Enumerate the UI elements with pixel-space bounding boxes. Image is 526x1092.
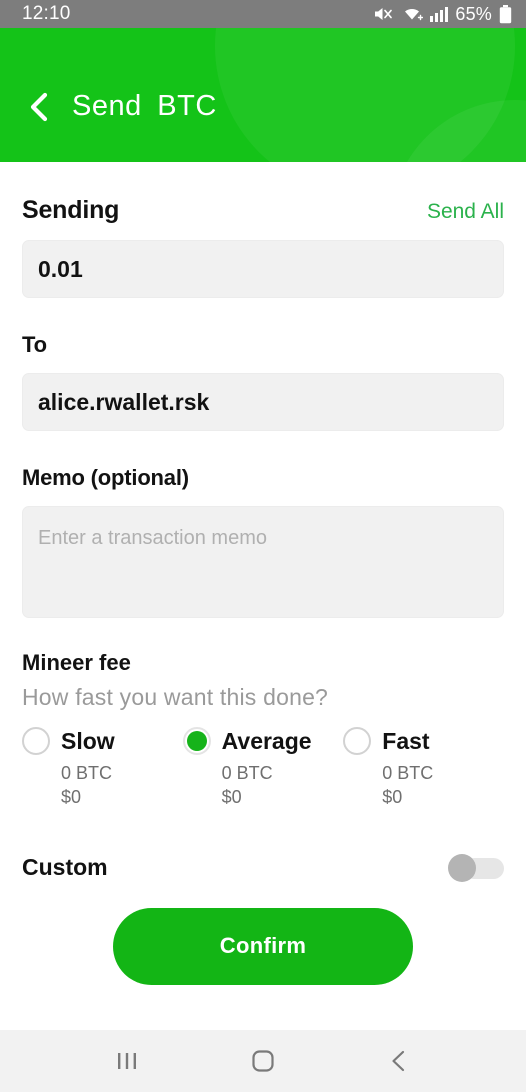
memo-label: Memo (optional) — [22, 465, 189, 490]
header-row: Send BTC — [26, 90, 217, 123]
fee-option-average-btc: 0 BTC — [221, 763, 273, 783]
fee-option-slow-fiat: $0 — [61, 787, 82, 808]
radio-fast-icon[interactable] — [343, 727, 372, 755]
status-time: 12:10 — [22, 3, 71, 24]
spacer-memo-fee — [22, 618, 504, 644]
phone-screen: 12:10 65% Send BTC Sending Send All 0.01… — [0, 0, 526, 1092]
home-icon[interactable] — [249, 1047, 277, 1075]
fee-option-average-fiat: $0 — [221, 787, 242, 808]
to-address-input[interactable]: alice.rwallet.rsk — [22, 373, 504, 431]
sending-header-row: Sending Send All — [22, 196, 504, 225]
miner-fee-title: Mineer fee — [22, 650, 131, 675]
fee-option-average-details: 0 BTC $0 — [222, 761, 344, 810]
confirm-button-wrap: Confirm — [22, 907, 504, 985]
fee-option-slow[interactable]: Slow 0 BTC $0 — [22, 727, 183, 810]
status-icon-group: 65% — [373, 4, 512, 25]
fee-option-group: Slow 0 BTC $0 Average 0 BTC $0 Fast 0 BT… — [22, 727, 504, 810]
signal-icon — [430, 6, 449, 22]
to-label: To — [22, 332, 47, 357]
fee-option-fast-fiat: $0 — [382, 787, 403, 808]
fee-option-slow-btc: 0 BTC — [61, 763, 113, 783]
fee-option-fast-head: Fast — [343, 727, 504, 755]
back-chevron-icon[interactable] — [26, 92, 52, 122]
mute-icon — [373, 5, 394, 23]
spacer-sending-to — [22, 298, 504, 332]
fee-option-slow-label: Slow — [61, 727, 115, 754]
miner-fee-subtitle: How fast you want this done? — [22, 684, 329, 710]
battery-icon — [499, 4, 512, 24]
fee-option-fast-label: Fast — [382, 727, 430, 754]
custom-fee-label: Custom — [22, 854, 108, 881]
memo-input[interactable]: Enter a transaction memo — [22, 506, 504, 618]
fee-option-fast[interactable]: Fast 0 BTC $0 — [343, 727, 504, 810]
page-title: Send BTC — [72, 90, 217, 122]
confirm-button[interactable]: Confirm — [113, 907, 413, 985]
spacer-to-memo — [22, 431, 504, 465]
custom-fee-row: Custom — [22, 853, 504, 882]
fee-option-average[interactable]: Average 0 BTC $0 — [182, 727, 344, 810]
sending-label: Sending — [22, 196, 120, 224]
fee-option-average-label: Average — [221, 727, 312, 754]
radio-slow-icon[interactable] — [22, 727, 50, 755]
radio-average-icon[interactable] — [182, 727, 211, 755]
fee-option-fast-btc: 0 BTC — [382, 763, 434, 783]
wifi-icon — [401, 5, 424, 23]
to-address-value: alice.rwallet.rsk — [38, 388, 210, 415]
page-content: Sending Send All 0.01 To alice.rwallet.r… — [0, 162, 526, 1030]
android-nav-bar — [0, 1030, 526, 1092]
status-bar: 12:10 65% — [0, 0, 526, 28]
app-header: Send BTC — [0, 28, 526, 162]
back-icon[interactable] — [386, 1048, 412, 1074]
toggle-knob — [448, 853, 476, 882]
fee-option-slow-head: Slow — [22, 727, 183, 755]
fee-option-fast-details: 0 BTC $0 — [382, 761, 504, 810]
custom-fee-toggle[interactable] — [448, 853, 504, 882]
amount-input[interactable]: 0.01 — [22, 240, 504, 298]
fee-option-average-head: Average — [182, 727, 344, 755]
fee-option-slow-details: 0 BTC $0 — [61, 761, 183, 810]
send-all-button[interactable]: Send All — [427, 200, 504, 224]
memo-placeholder: Enter a transaction memo — [38, 527, 267, 549]
spacer-top — [22, 162, 504, 196]
recents-icon[interactable] — [114, 1048, 140, 1074]
battery-percent-label: 65% — [455, 3, 492, 24]
amount-input-value: 0.01 — [38, 255, 83, 282]
